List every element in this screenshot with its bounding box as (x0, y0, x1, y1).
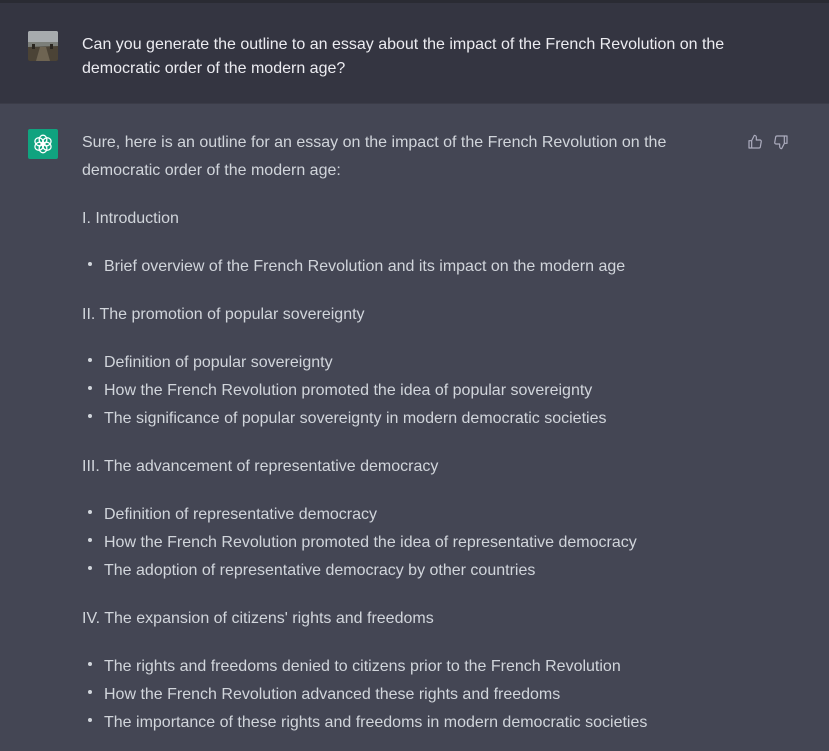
list-item-text: The adoption of representative democracy… (104, 562, 536, 579)
user-photo-avatar-icon (28, 31, 58, 61)
section-heading: III. The advancement of representative d… (82, 458, 439, 475)
thumbs-up-button[interactable] (745, 132, 765, 152)
bullet-dot (88, 510, 92, 514)
assistant-message-row: Sure, here is an outline for an essay on… (0, 103, 829, 751)
user-message-row: Can you generate the outline to an essay… (0, 0, 829, 103)
list-item: Brief overview of the French Revolution … (82, 253, 732, 281)
list-item: How the French Revolution advanced these… (82, 681, 732, 709)
section-heading: IV. The expansion of citizens' rights an… (82, 610, 434, 627)
list-item: Definition of representative democracy (82, 501, 732, 529)
user-avatar (28, 31, 58, 61)
list-item-text: How the French Revolution promoted the i… (104, 534, 637, 551)
bullet-list: Definition of representative democracy H… (82, 501, 732, 585)
assistant-avatar (28, 129, 58, 159)
assistant-message-content: Sure, here is an outline for an essay on… (82, 129, 732, 751)
list-item: The rights and freedoms denied to citize… (82, 653, 732, 681)
list-item-text: The importance of these rights and freed… (104, 714, 648, 731)
bullet-dot (88, 538, 92, 542)
bullet-dot (88, 386, 92, 390)
list-item-text: The significance of popular sovereignty … (104, 410, 607, 427)
bullet-list: Brief overview of the French Revolution … (82, 253, 732, 281)
bullet-dot (88, 262, 92, 266)
list-item: How the French Revolution promoted the i… (82, 377, 732, 405)
bullet-dot (88, 358, 92, 362)
list-item: Definition of popular sovereignty (82, 349, 732, 377)
bullet-list: Definition of popular sovereignty How th… (82, 349, 732, 433)
bullet-dot (88, 690, 92, 694)
bullet-dot (88, 566, 92, 570)
list-item-text: How the French Revolution advanced these… (104, 686, 561, 703)
thumbs-down-icon (774, 135, 788, 150)
user-message-text: Can you generate the outline to an essay… (82, 36, 725, 77)
list-item: The importance of these rights and freed… (82, 709, 732, 737)
list-item-text: Brief overview of the French Revolution … (104, 258, 626, 275)
list-item-text: How the French Revolution promoted the i… (104, 382, 593, 399)
chat-page: Can you generate the outline to an essay… (0, 0, 829, 751)
section-heading: I. Introduction (82, 210, 179, 227)
openai-logo-icon (34, 134, 52, 154)
section-heading: II. The promotion of popular sovereignty (82, 306, 365, 323)
thumbs-up-icon (748, 134, 762, 149)
bullet-dot (88, 662, 92, 666)
list-item: The adoption of representative democracy… (82, 557, 732, 585)
thumbs-down-button[interactable] (771, 132, 791, 152)
list-item-text: Definition of popular sovereignty (104, 354, 333, 371)
list-item: How the French Revolution promoted the i… (82, 529, 732, 557)
feedback-buttons (745, 132, 795, 152)
list-item-text: The rights and freedoms denied to citize… (104, 658, 621, 675)
list-item: The significance of popular sovereignty … (82, 405, 732, 433)
bullet-list: The rights and freedoms denied to citize… (82, 653, 732, 737)
list-item-text: Definition of representative democracy (104, 506, 378, 523)
bullet-dot (88, 718, 92, 722)
bullet-dot (88, 414, 92, 418)
assistant-intro-text: Sure, here is an outline for an essay on… (82, 134, 667, 179)
